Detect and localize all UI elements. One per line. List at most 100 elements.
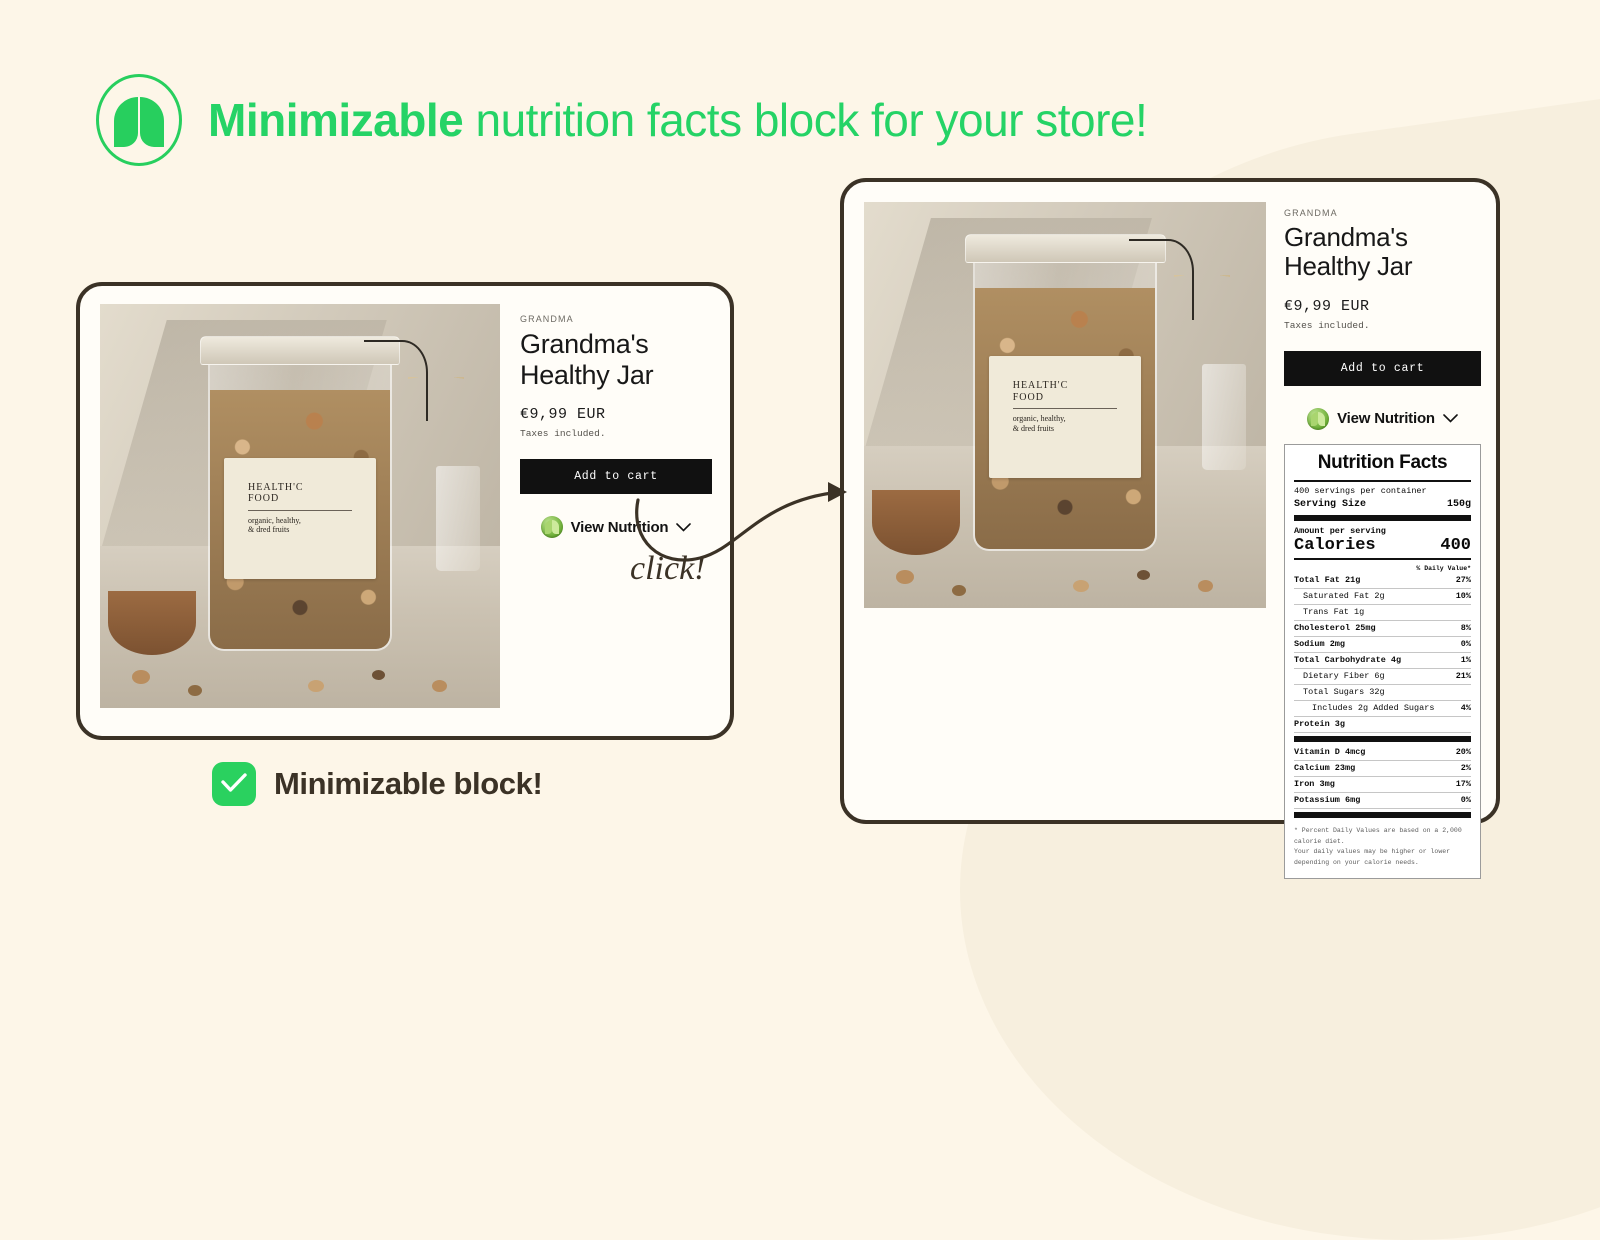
product-image: HEALTH'C FOOD organic, healthy, & dred f… <box>864 202 1266 608</box>
nutrition-row-label: Total Sugars 32g <box>1303 687 1385 698</box>
nutrition-row: Protein 3g <box>1294 717 1471 733</box>
jar-label: HEALTH'C FOOD organic, healthy, & dred f… <box>988 356 1142 479</box>
nutrition-row-label: Cholesterol 25mg <box>1294 623 1376 634</box>
jar-label: HEALTH'C FOOD organic, healthy, & dred f… <box>224 457 376 579</box>
nutrition-row-value: 27% <box>1455 575 1471 586</box>
nutrition-row-value: 8% <box>1460 623 1471 634</box>
headline-row: Minimizable nutrition facts block for yo… <box>96 74 1148 166</box>
view-nutrition-label: View Nutrition <box>570 518 669 536</box>
footnote-line-1: * Percent Daily Values are based on a 2,… <box>1294 826 1462 834</box>
nutrition-row-label: Trans Fat 1g <box>1303 607 1365 618</box>
view-nutrition-toggle[interactable]: View Nutrition <box>1284 407 1481 430</box>
chevron-down-icon <box>676 522 692 532</box>
jar-label-line4: & dred fruits <box>248 524 290 534</box>
calories-row: Calories 400 <box>1294 536 1471 555</box>
nutrition-micro-label: Calcium 23mg <box>1294 763 1356 774</box>
nutrition-row: Trans Fat 1g <box>1294 605 1471 621</box>
calories-label: Calories <box>1294 535 1376 555</box>
jar-label-line1: HEALTH'C <box>248 481 304 493</box>
add-to-cart-button[interactable]: Add to cart <box>1284 350 1481 386</box>
nutrition-row-value: 21% <box>1455 671 1471 682</box>
jar-label-line3: organic, healthy, <box>1012 414 1066 424</box>
view-nutrition-label: View Nutrition <box>1337 410 1435 428</box>
check-mark-icon <box>212 762 256 806</box>
nutrition-micro-value: 2% <box>1460 763 1471 774</box>
nutrition-micro-label: Vitamin D 4mcg <box>1294 747 1366 758</box>
nutrition-rows: Total Fat 21g 27% Saturated Fat 2g 10% Trans… <box>1294 573 1471 733</box>
footnote-line-4: depending on your calorie needs. <box>1294 859 1419 866</box>
nutrition-micro-row: Calcium 23mg 2% <box>1294 761 1471 777</box>
nutrition-row-value: 4% <box>1460 703 1471 714</box>
product-price: €9,99 EUR <box>1284 297 1370 315</box>
nutrition-row: Total Carbohydrate 4g 1% <box>1294 653 1471 669</box>
nutrition-micro-value: 0% <box>1460 795 1471 806</box>
product-image: HEALTH'C FOOD organic, healthy, & dred f… <box>100 304 500 708</box>
nutrition-row-label: Saturated Fat 2g <box>1303 591 1385 602</box>
product-info-collapsed: GRANDMA Grandma's Healthy Jar €9,99 EUR … <box>520 304 712 718</box>
nutrition-row-label: Protein 3g <box>1294 719 1346 730</box>
jar-label-line2: FOOD <box>1012 391 1044 403</box>
serving-size-value: 150g <box>1446 498 1471 510</box>
nutrition-row-label: Total Fat 21g <box>1294 575 1361 586</box>
click-annotation: click! <box>630 550 706 587</box>
bottom-caption: Minimizable block! <box>212 762 543 806</box>
footnote-line-2: calorie diet. <box>1294 837 1345 845</box>
nutrition-row: Total Sugars 32g <box>1294 685 1471 701</box>
nutrition-row-label: Total Carbohydrate 4g <box>1294 655 1402 666</box>
nutrition-row-value: 0% <box>1460 639 1471 650</box>
nutrition-micro-rows: Vitamin D 4mcg 20% Calcium 23mg 2% Iron 3mg 1… <box>1294 745 1471 809</box>
nutrition-row: Sodium 2mg 0% <box>1294 637 1471 653</box>
servings-per-container: 400 servings per container <box>1294 485 1427 496</box>
nutrition-footnote: * Percent Daily Values are based on a 2,… <box>1294 821 1471 868</box>
headline-rest: nutrition facts block for your store! <box>463 94 1148 146</box>
nutrition-micro-row: Potassium 6mg 0% <box>1294 793 1471 809</box>
leaf-badge-icon <box>1307 407 1330 430</box>
headline-strong: Minimizable <box>208 94 464 146</box>
daily-value-header: % Daily Value* <box>1416 564 1471 572</box>
nutrition-micro-row: Vitamin D 4mcg 20% <box>1294 745 1471 761</box>
product-title: Grandma's Healthy Jar <box>1284 222 1413 282</box>
footnote-line-3: Your daily values may be higher or lower <box>1294 848 1451 856</box>
nutrition-micro-value: 17% <box>1455 779 1471 790</box>
leaf-badge-icon <box>540 516 563 538</box>
nutrition-facts-title: Nutrition Facts <box>1317 451 1448 473</box>
taxes-note: Taxes included. <box>520 428 606 439</box>
calories-value: 400 <box>1440 535 1471 555</box>
jar-label-line2: FOOD <box>248 493 280 505</box>
view-nutrition-toggle[interactable]: View Nutrition <box>520 516 712 538</box>
chevron-down-icon <box>1443 414 1458 423</box>
leaf-circle-logo-icon <box>96 74 182 166</box>
add-to-cart-button[interactable]: Add to cart <box>520 459 712 494</box>
nutrition-micro-label: Potassium 6mg <box>1294 795 1361 806</box>
caption-text: Minimizable block! <box>274 766 543 801</box>
jar-label-line4: & dred fruits <box>1012 423 1055 433</box>
amount-per-serving-label: Amount per serving <box>1294 525 1386 536</box>
nutrition-row-label: Includes 2g Added Sugars <box>1312 703 1435 714</box>
product-info-expanded: GRANDMA Grandma's Healthy Jar €9,99 EUR … <box>1284 202 1481 879</box>
nutrition-micro-value: 20% <box>1455 747 1471 758</box>
product-card-collapsed: HEALTH'C FOOD organic, healthy, & dred f… <box>76 282 734 740</box>
jar-label-line3: organic, healthy, <box>248 515 301 525</box>
nutrition-row: Total Fat 21g 27% <box>1294 573 1471 589</box>
nutrition-row: Dietary Fiber 6g 21% <box>1294 669 1471 685</box>
nutrition-micro-label: Iron 3mg <box>1294 779 1335 790</box>
nutrition-row: Cholesterol 25mg 8% <box>1294 621 1471 637</box>
nutrition-facts-panel: Nutrition Facts 400 servings per contain… <box>1284 443 1481 879</box>
nutrition-row-label: Dietary Fiber 6g <box>1303 671 1385 682</box>
product-price: €9,99 EUR <box>520 406 606 423</box>
product-vendor: GRANDMA <box>1284 208 1338 218</box>
jar-label-line1: HEALTH'C <box>1012 380 1069 392</box>
nutrition-row-value: 1% <box>1460 655 1471 666</box>
product-card-expanded: HEALTH'C FOOD organic, healthy, & dred f… <box>840 178 1500 879</box>
nutrition-row: Includes 2g Added Sugars 4% <box>1294 701 1471 717</box>
serving-size-label: Serving Size <box>1294 498 1367 510</box>
taxes-note: Taxes included. <box>1284 319 1370 331</box>
nutrition-row-value: 10% <box>1455 591 1471 602</box>
nutrition-row: Saturated Fat 2g 10% <box>1294 589 1471 605</box>
page-title: Minimizable nutrition facts block for yo… <box>208 93 1148 147</box>
product-title: Grandma's Healthy Jar <box>520 329 654 390</box>
serving-size-row: Serving Size 150g <box>1294 497 1471 512</box>
nutrition-micro-row: Iron 3mg 17% <box>1294 777 1471 793</box>
nutrition-row-label: Sodium 2mg <box>1294 639 1346 650</box>
product-vendor: GRANDMA <box>520 314 574 324</box>
